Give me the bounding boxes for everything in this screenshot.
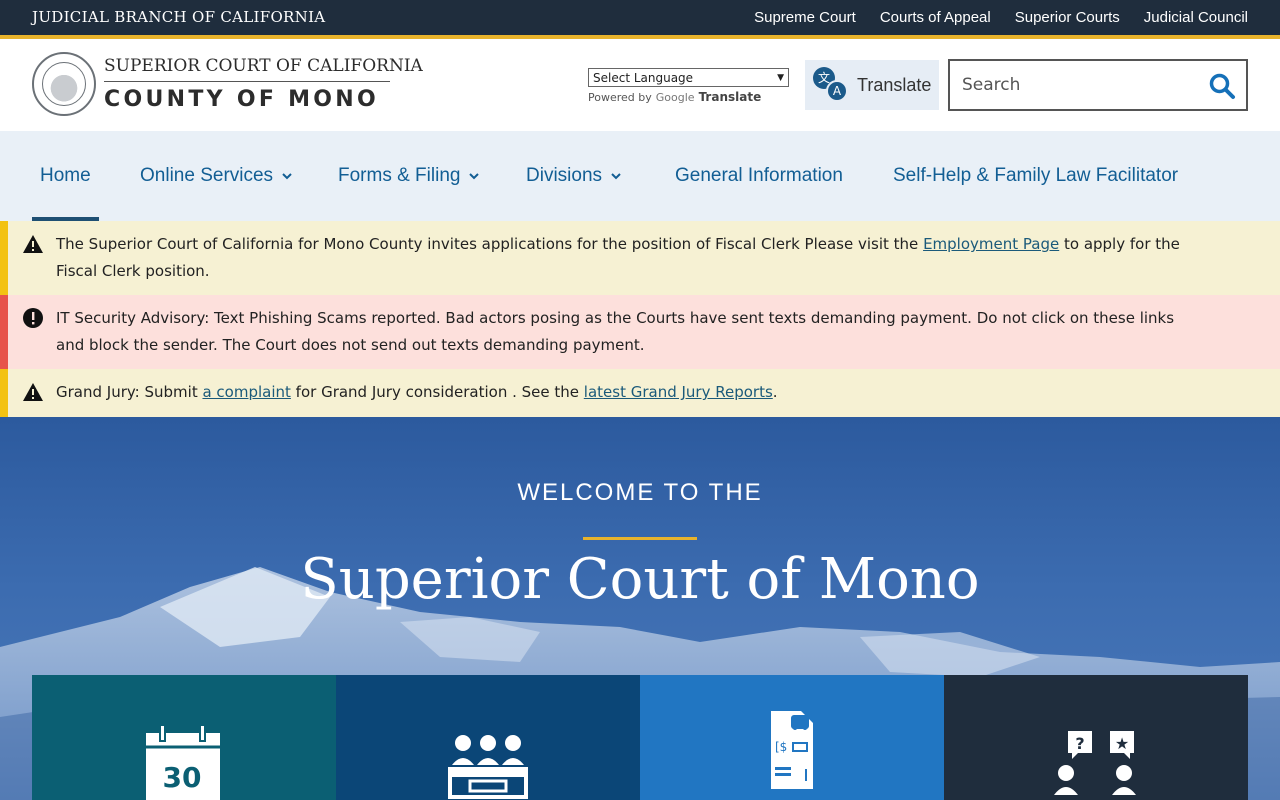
alert-employment: The Superior Court of California for Mon…: [0, 221, 1280, 295]
alert-text: Grand Jury: Submit: [56, 383, 203, 401]
county-name[interactable]: COUNTY OF MONO: [104, 87, 379, 112]
tile-jury[interactable]: [336, 675, 640, 800]
powered-by-google: Powered by Google Translate: [588, 90, 761, 104]
nav-divisions[interactable]: Divisions: [526, 131, 622, 221]
language-select-value: Select Language: [593, 70, 694, 85]
quick-link-tiles: 30 [$ ? ★: [32, 675, 1248, 800]
alert-text: .: [772, 383, 778, 401]
chevron-down-icon: [611, 173, 621, 180]
alert-text: for Grand Jury consideration . See the: [290, 383, 584, 401]
warning-icon: [23, 383, 43, 401]
alert-bar: [0, 369, 8, 417]
nav-general-information[interactable]: General Information: [675, 131, 843, 221]
nav-online-services[interactable]: Online Services: [140, 131, 293, 221]
employment-page-link[interactable]: Employment Page: [923, 235, 1059, 253]
top-links: Supreme Court Courts of Appeal Superior …: [754, 9, 1248, 26]
alert-bar: [0, 221, 8, 295]
nav-self-help-label: Self-Help & Family Law Facilitator: [893, 165, 1179, 186]
tile-self-help[interactable]: ? ★: [944, 675, 1248, 800]
jury-icon: [448, 735, 528, 799]
tile-calendar[interactable]: 30: [32, 675, 336, 800]
alert-security-text: IT Security Advisory: Text Phishing Scam…: [56, 309, 1175, 354]
seal-center: [42, 62, 86, 106]
nav-divisions-label: Divisions: [526, 165, 603, 186]
nav-self-help[interactable]: Self-Help & Family Law Facilitator: [893, 131, 1178, 221]
hero-title: Superior Court of Mono: [300, 547, 980, 612]
tile-traffic[interactable]: [$: [640, 675, 944, 800]
calendar-icon: 30: [146, 724, 220, 800]
svg-text:?: ?: [1075, 734, 1084, 753]
hero-banner: WELCOME TO THE Superior Court of Mono 30: [0, 417, 1280, 800]
exclamation-circle-icon: [23, 308, 43, 328]
judicial-branch-brand[interactable]: JUDICIAL BRANCH OF CALIFORNIA: [32, 8, 325, 26]
court-seal-logo[interactable]: [32, 52, 96, 116]
translate-icon: 文 A: [813, 67, 849, 103]
search-input[interactable]: [962, 73, 1202, 97]
main-nav: Home Online Services Forms & Filing Divi…: [0, 131, 1280, 221]
complaint-link[interactable]: a complaint: [202, 383, 290, 401]
top-bar: JUDICIAL BRANCH OF CALIFORNIA Supreme Co…: [0, 0, 1280, 35]
translate-button-label: Translate: [857, 74, 932, 95]
site-header: SUPERIOR COURT OF CALIFORNIA COUNTY OF M…: [0, 39, 1280, 131]
svg-text:★: ★: [1115, 734, 1129, 753]
calendar-number: 30: [163, 761, 202, 794]
link-courts-of-appeal[interactable]: Courts of Appeal: [880, 9, 991, 26]
translate-button[interactable]: 文 A Translate: [805, 60, 939, 110]
language-select[interactable]: Select Language ▼: [588, 68, 789, 87]
self-help-icon: ? ★: [1054, 731, 1136, 795]
title-divider: [104, 81, 390, 82]
link-supreme-court[interactable]: Supreme Court: [754, 9, 856, 26]
link-superior-courts[interactable]: Superior Courts: [1015, 9, 1120, 26]
powered-by-label: Powered by: [588, 90, 652, 104]
link-judicial-council[interactable]: Judicial Council: [1144, 9, 1248, 26]
traffic-ticket-icon: [$: [771, 711, 813, 789]
court-title[interactable]: SUPERIOR COURT OF CALIFORNIA: [104, 56, 423, 76]
search-icon[interactable]: [1208, 72, 1236, 100]
alert-security: IT Security Advisory: Text Phishing Scam…: [0, 295, 1280, 369]
alert-text: The Superior Court of California for Mon…: [56, 235, 924, 253]
welcome-heading: WELCOME TO THE: [517, 479, 763, 506]
grand-jury-reports-link[interactable]: latest Grand Jury Reports: [584, 383, 773, 401]
alert-bar: [0, 295, 8, 369]
nav-general-information-label: General Information: [675, 165, 843, 186]
google-logo: Google: [655, 90, 695, 104]
chevron-down-icon: [282, 173, 292, 180]
chevron-down-icon: ▼: [777, 72, 784, 83]
alert-grand-jury: Grand Jury: Submit a complaint for Grand…: [0, 369, 1280, 417]
nav-online-services-label: Online Services: [140, 165, 274, 186]
search-box: [948, 59, 1248, 111]
nav-home-label: Home: [40, 165, 91, 186]
alert-employment-text: The Superior Court of California for Mon…: [56, 231, 1206, 285]
hero-divider: [583, 537, 697, 540]
chevron-down-icon: [469, 173, 480, 180]
nav-forms-filing[interactable]: Forms & Filing: [338, 131, 480, 221]
alert-grand-jury-text: Grand Jury: Submit a complaint for Grand…: [56, 379, 1206, 406]
warning-icon: [23, 235, 43, 253]
nav-home[interactable]: Home: [32, 131, 99, 221]
google-translate-label[interactable]: Translate: [699, 90, 762, 104]
svg-text:[$: [$: [775, 740, 787, 754]
nav-forms-filing-label: Forms & Filing: [338, 165, 461, 186]
